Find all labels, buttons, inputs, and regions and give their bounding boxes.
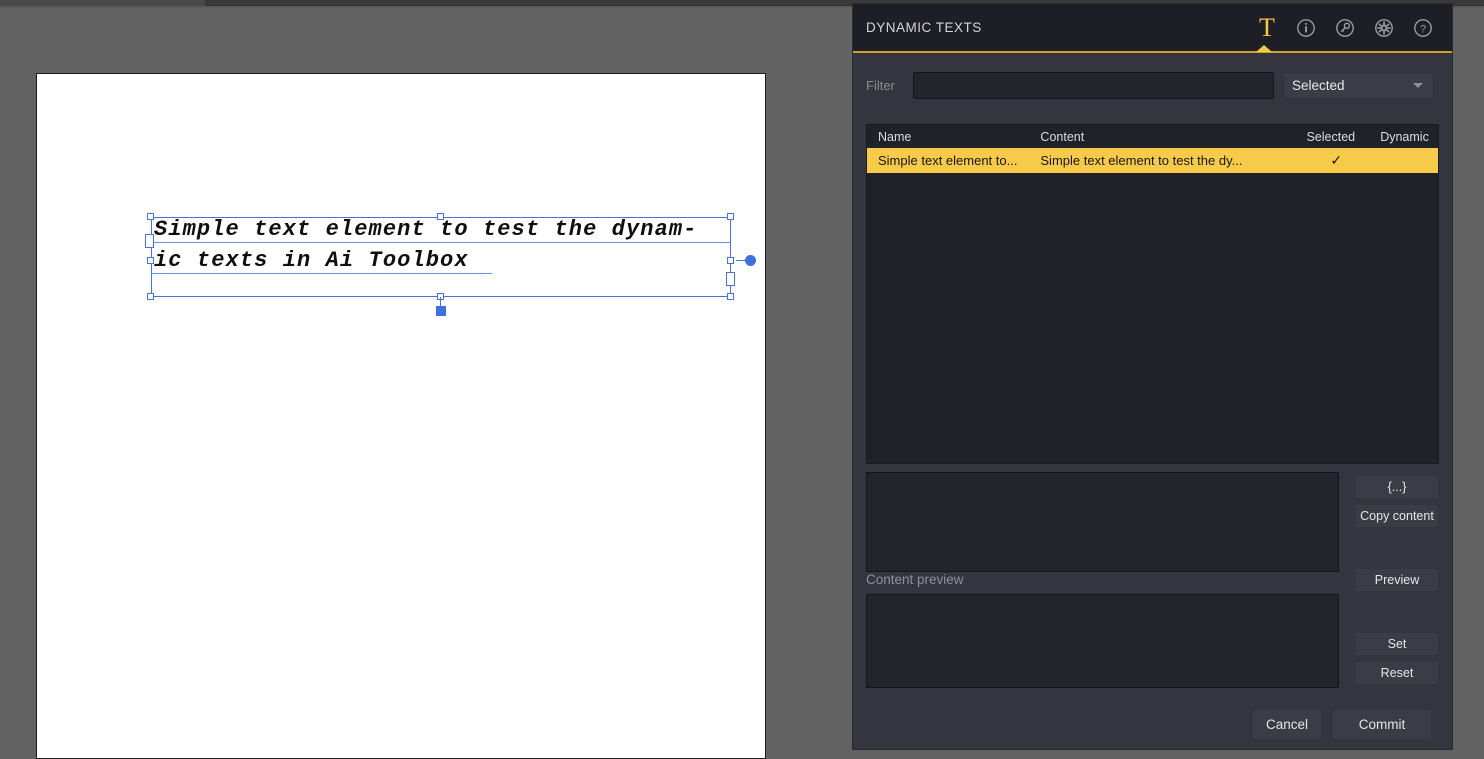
set-button[interactable]: Set	[1355, 632, 1439, 656]
canvas-text: Simple text element to test the dynam- i…	[154, 214, 754, 276]
application-window: Simple text element to test the dynam- i…	[0, 0, 1484, 759]
column-header-dynamic: Dynamic	[1380, 130, 1438, 144]
table-header-row: Name Content Selected Dynamic	[867, 125, 1438, 148]
panel-accent-line	[853, 51, 1452, 53]
selection-handle-left-middle[interactable]	[147, 257, 154, 264]
key-icon[interactable]	[1334, 16, 1356, 40]
filter-input[interactable]	[913, 72, 1274, 99]
panel-header: DYNAMIC TEXTS T	[853, 4, 1452, 51]
selection-handle-bottom-right[interactable]	[727, 293, 734, 300]
dynamic-texts-panel: DYNAMIC TEXTS T	[853, 4, 1452, 749]
filter-label: Filter	[866, 78, 913, 93]
selection-handle-top-left[interactable]	[147, 213, 154, 220]
insert-expression-button[interactable]: {...}	[1355, 475, 1439, 499]
filter-row: Filter Selected	[853, 68, 1452, 102]
chevron-down-icon	[1413, 83, 1423, 88]
text-origin-anchor[interactable]	[436, 306, 446, 316]
filter-scope-dropdown[interactable]: Selected	[1283, 72, 1434, 99]
cancel-button[interactable]: Cancel	[1252, 709, 1322, 740]
panel-title: DYNAMIC TEXTS	[866, 20, 982, 35]
text-out-port-handle[interactable]	[726, 272, 735, 286]
selection-handle-top-right[interactable]	[727, 213, 734, 220]
selected-text-object[interactable]: Simple text element to test the dynam- i…	[151, 217, 731, 297]
content-editor-textarea[interactable]	[866, 472, 1339, 572]
text-baseline-1	[152, 242, 730, 243]
commit-button[interactable]: Commit	[1332, 709, 1432, 740]
artboard-canvas[interactable]: Simple text element to test the dynam- i…	[36, 73, 766, 759]
text-in-port-handle[interactable]	[145, 234, 154, 248]
column-header-selected: Selected	[1306, 130, 1380, 144]
active-tab-indicator	[1256, 45, 1272, 52]
cell-selected-checkmark: ✓	[1306, 152, 1380, 169]
text-baseline-2	[152, 273, 492, 274]
svg-text:?: ?	[1420, 23, 1426, 35]
column-header-name: Name	[867, 130, 1040, 144]
cell-content: Simple text element to test the dy...	[1040, 153, 1306, 168]
filter-scope-value: Selected	[1292, 78, 1345, 93]
selection-handle-right-middle[interactable]	[727, 257, 734, 264]
content-preview-label: Content preview	[866, 572, 964, 587]
text-thread-link-dot[interactable]	[745, 255, 756, 266]
canvas-text-line-2: ic texts in Ai Toolbox	[154, 248, 469, 273]
gear-icon[interactable]	[1373, 16, 1395, 40]
reset-button[interactable]: Reset	[1355, 661, 1439, 685]
help-icon[interactable]: ?	[1412, 16, 1434, 40]
content-preview-textarea[interactable]	[866, 594, 1339, 688]
text-tool-icon[interactable]: T	[1256, 16, 1278, 40]
panel-header-icon-group: T	[1256, 16, 1438, 40]
info-icon[interactable]	[1295, 16, 1317, 40]
preview-button[interactable]: Preview	[1355, 568, 1439, 592]
selection-handle-bottom-left[interactable]	[147, 293, 154, 300]
copy-content-button[interactable]: Copy content	[1355, 504, 1439, 528]
table-row[interactable]: Simple text element to... Simple text el…	[867, 148, 1438, 173]
selection-handle-top-center[interactable]	[437, 213, 444, 220]
dynamic-texts-list[interactable]: Name Content Selected Dynamic Simple tex…	[866, 124, 1439, 464]
column-header-content: Content	[1040, 130, 1306, 144]
cell-name: Simple text element to...	[867, 153, 1040, 168]
canvas-text-line-1: Simple text element to test the dynam-	[154, 217, 697, 242]
text-tool-icon-glyph: T	[1259, 15, 1275, 41]
